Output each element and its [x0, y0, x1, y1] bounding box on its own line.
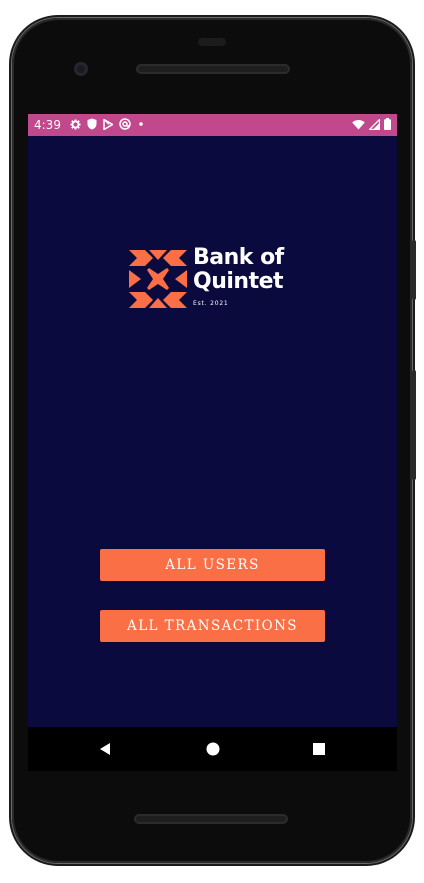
recents-icon[interactable] — [309, 739, 329, 759]
all-users-button[interactable]: ALL USERS — [100, 549, 325, 581]
app-screen: 4:39 Bank of Quintet Est. 2021 ALL USERS… — [28, 114, 397, 771]
earpiece-speaker — [136, 64, 290, 74]
device-frame: 4:39 Bank of Quintet Est. 2021 ALL USERS… — [0, 0, 424, 883]
at-sign-icon — [119, 118, 131, 130]
bank-established-tagline: Est. 2021 — [193, 300, 229, 307]
home-icon[interactable] — [203, 739, 223, 759]
dot-icon — [137, 120, 145, 128]
bank-logo-mark-icon — [129, 250, 187, 308]
gear-icon — [70, 118, 81, 130]
all-transactions-button[interactable]: ALL TRANSACTIONS — [100, 610, 325, 642]
bank-name-line1: Bank of — [193, 245, 284, 270]
navigation-bar — [28, 727, 397, 771]
back-icon[interactable] — [95, 739, 115, 759]
signal-icon — [369, 118, 380, 130]
volume-rocker — [412, 370, 416, 480]
wifi-icon — [352, 119, 365, 130]
front-camera — [74, 62, 88, 76]
battery-icon — [384, 118, 391, 130]
shield-icon — [87, 118, 97, 130]
status-time: 4:39 — [34, 118, 61, 132]
bottom-speaker — [134, 814, 288, 824]
system-icons — [352, 118, 391, 130]
power-button — [412, 240, 416, 300]
bank-logo: Bank of Quintet Est. 2021 — [129, 246, 299, 312]
bank-name-line2: Quintet — [193, 269, 284, 294]
status-bar: 4:39 — [28, 114, 397, 136]
bank-name: Bank of Quintet — [193, 246, 284, 294]
play-store-icon — [103, 118, 113, 130]
notification-icons — [70, 118, 145, 130]
top-sensor — [198, 38, 226, 46]
